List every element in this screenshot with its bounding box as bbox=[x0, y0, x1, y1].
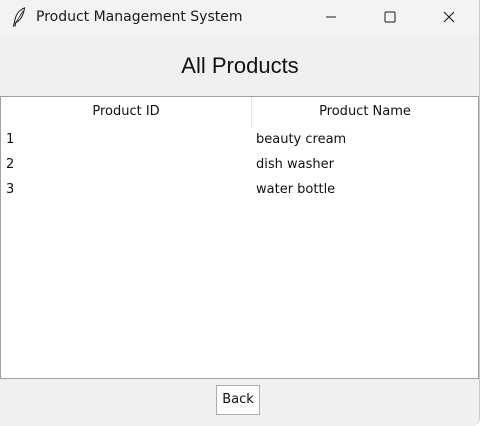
maximize-button[interactable] bbox=[367, 0, 413, 34]
cell-product-name: beauty cream bbox=[256, 132, 347, 147]
heading-bar: All Products bbox=[0, 36, 479, 96]
close-icon bbox=[443, 8, 455, 27]
footer-bar: Back bbox=[0, 379, 479, 426]
table-row[interactable]: 1 beauty cream bbox=[1, 127, 478, 152]
app-window: Product Management System All Products P… bbox=[0, 0, 480, 426]
cell-product-name: water bottle bbox=[256, 182, 336, 197]
table-header: Product ID Product Name bbox=[1, 97, 478, 127]
products-table[interactable]: Product ID Product Name 1 beauty cream 2… bbox=[0, 96, 479, 379]
minimize-icon bbox=[325, 8, 337, 27]
table-body: 1 beauty cream 2 dish washer 3 water bot… bbox=[1, 127, 478, 202]
cell-product-name: dish washer bbox=[256, 157, 334, 172]
window-title: Product Management System bbox=[36, 9, 243, 25]
back-button[interactable]: Back bbox=[216, 385, 260, 415]
close-button[interactable] bbox=[426, 0, 472, 34]
table-row[interactable]: 3 water bottle bbox=[1, 177, 478, 202]
cell-product-id: 1 bbox=[6, 132, 15, 147]
minimize-button[interactable] bbox=[308, 0, 354, 34]
feather-icon bbox=[12, 7, 26, 27]
column-header-product-id[interactable]: Product ID bbox=[1, 97, 252, 127]
cell-product-id: 2 bbox=[6, 157, 15, 172]
title-bar[interactable]: Product Management System bbox=[0, 0, 479, 36]
column-header-product-name[interactable]: Product Name bbox=[252, 97, 478, 127]
table-row[interactable]: 2 dish washer bbox=[1, 152, 478, 177]
cell-product-id: 3 bbox=[6, 182, 15, 197]
page-title: All Products bbox=[181, 53, 299, 78]
maximize-icon bbox=[384, 8, 396, 27]
